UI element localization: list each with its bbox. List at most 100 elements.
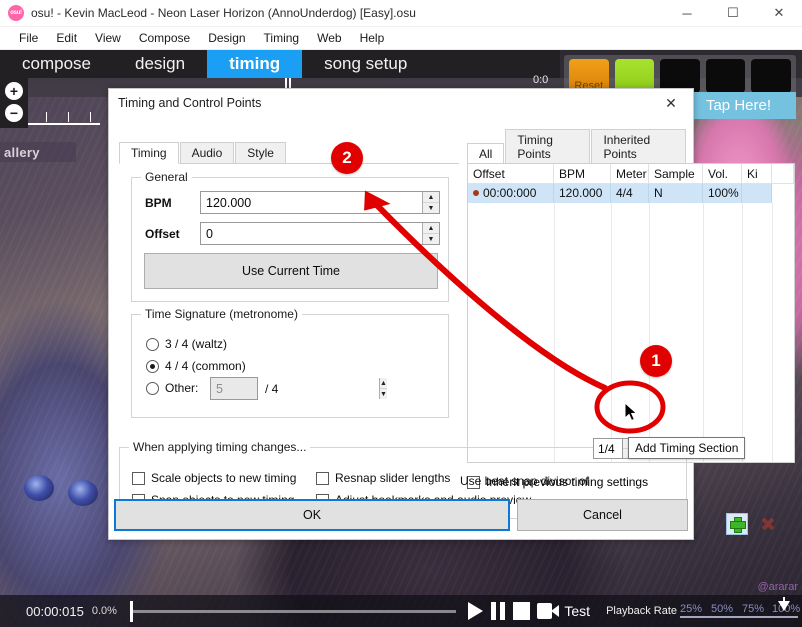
cell-meter: 4/4 [611, 184, 649, 203]
menu-compose[interactable]: Compose [130, 28, 199, 48]
radio-circle-other [146, 381, 159, 395]
tab-song-setup[interactable]: song setup [302, 50, 429, 78]
resnap-sliders-label: Resnap slider lengths [335, 471, 451, 485]
bpm-label: BPM [145, 196, 172, 210]
menu-design[interactable]: Design [199, 28, 254, 48]
rate-tick-25: 25% [680, 603, 703, 615]
radio-other-label: Other: [165, 381, 199, 395]
osu-logo-icon: osu! [8, 5, 24, 21]
radio-other[interactable]: Other: [146, 381, 198, 395]
menu-web[interactable]: Web [308, 28, 350, 48]
column-bpm: BPM [554, 164, 611, 184]
toolbar-slot-2[interactable] [705, 59, 746, 93]
cell-offset: 00:00:000 [483, 186, 537, 200]
window-titlebar: osu! osu! - Kevin MacLeod - Neon Laser H… [0, 0, 802, 27]
resnap-sliders-checkbox[interactable] [316, 471, 329, 485]
bpm-input-wrap[interactable]: ▲ ▼ [200, 191, 440, 214]
bpm-spin-up-icon[interactable]: ▲ [423, 192, 439, 203]
camera-icon[interactable] [537, 603, 560, 619]
scale-objects-label: Scale objects to new timing [151, 471, 297, 485]
bpm-spinner[interactable]: ▲ ▼ [422, 192, 439, 213]
osu-editor-window: allery @ararar compose design timing son… [0, 0, 802, 627]
menu-help[interactable]: Help [351, 28, 394, 48]
other-meter-spin-up-icon[interactable]: ▲ [380, 378, 387, 389]
playback-progress-track[interactable] [129, 600, 457, 622]
test-button[interactable]: Test [564, 603, 590, 619]
dialog-left-tabs: Timing Audio Style [119, 142, 459, 164]
cell-ki [742, 184, 772, 203]
timing-and-control-points-dialog: Timing and Control Points ✕ Timing Audio… [108, 88, 795, 541]
rate-tick-50: 50% [711, 603, 734, 615]
playback-rate-slider[interactable]: 25% 50% 75% 100% [680, 597, 800, 622]
playback-progress-handle[interactable] [129, 600, 133, 622]
other-meter-input[interactable] [211, 378, 379, 399]
offset-input-wrap[interactable]: ▲ ▼ [200, 222, 440, 245]
zoom-in-icon[interactable]: + [5, 82, 23, 100]
menubar: File Edit View Compose Design Timing Web… [0, 27, 802, 50]
other-meter-spinner[interactable]: ▲ ▼ [379, 378, 387, 399]
tab-compose[interactable]: compose [0, 50, 113, 78]
menu-timing[interactable]: Timing [255, 28, 309, 48]
tap-here-button[interactable]: Tap Here! [681, 92, 796, 119]
play-icon[interactable] [468, 602, 484, 620]
playback-bar: 00:00:015 0.0% Test Playback Rate 25% 50… [0, 595, 802, 627]
annotation-badge-2: 2 [331, 142, 363, 174]
rate-slider-track [680, 616, 798, 618]
radio-3-4-waltz[interactable]: 3 / 4 (waltz) [146, 337, 227, 351]
other-meter-spin-down-icon[interactable]: ▼ [380, 389, 387, 399]
maximize-icon[interactable]: ☐ [710, 0, 756, 27]
menu-view[interactable]: View [86, 28, 130, 48]
tab-audio-panel[interactable]: Audio [179, 142, 235, 163]
timeline-zoom-panel: + − [0, 78, 28, 128]
cell-bpm: 120.000 [554, 184, 611, 203]
dialog-body: Timing Audio Style General BPM ▲ ▼ Offse… [109, 117, 795, 541]
table-row[interactable]: 00:00:000 120.000 4/4 N 100% [468, 184, 794, 203]
offset-input[interactable] [201, 223, 422, 244]
playback-controls: Test [468, 602, 590, 620]
ok-button[interactable]: OK [114, 499, 510, 531]
toolbar-slot-3[interactable] [751, 59, 791, 93]
playback-rate-label: Playback Rate [606, 605, 677, 617]
mouse-cursor-icon [625, 403, 638, 422]
scale-objects-checkbox[interactable] [132, 471, 145, 485]
tab-timing-points[interactable]: Timing Points [505, 129, 591, 164]
minimize-icon[interactable]: ─ [664, 0, 710, 27]
add-timing-section-button[interactable] [726, 513, 748, 535]
column-sample: Sample [649, 164, 703, 184]
dialog-title: Timing and Control Points [118, 96, 262, 110]
delete-timing-section-button[interactable] [757, 513, 779, 535]
offset-spinner[interactable]: ▲ ▼ [422, 223, 439, 244]
other-meter-suffix: / 4 [265, 382, 279, 396]
tab-style-panel[interactable]: Style [235, 142, 286, 163]
cell-sample: N [649, 184, 703, 203]
dialog-titlebar: Timing and Control Points ✕ [109, 89, 693, 117]
close-icon[interactable]: ✕ [756, 0, 802, 27]
tab-timing-panel[interactable]: Timing [119, 142, 179, 164]
other-meter-input-wrap[interactable]: ▲ ▼ [210, 377, 387, 400]
menu-file[interactable]: File [10, 28, 47, 48]
list-grid-lines [468, 203, 794, 462]
menu-edit[interactable]: Edit [47, 28, 86, 48]
offset-spin-up-icon[interactable]: ▲ [423, 223, 439, 234]
checkbox-resnap-sliders[interactable]: Resnap slider lengths [316, 471, 450, 485]
tab-design[interactable]: design [113, 50, 207, 78]
dialog-close-icon[interactable]: ✕ [649, 89, 693, 117]
pause-icon[interactable] [490, 602, 506, 620]
tab-all-points[interactable]: All [467, 143, 505, 165]
radio-4-4-common[interactable]: 4 / 4 (common) [146, 359, 246, 373]
use-current-time-button[interactable]: Use Current Time [144, 253, 438, 289]
offset-spin-down-icon[interactable]: ▼ [423, 234, 439, 244]
checkbox-scale-objects[interactable]: Scale objects to new timing [132, 471, 296, 485]
rate-slider-handle[interactable] [778, 601, 790, 611]
bpm-spin-down-icon[interactable]: ▼ [423, 203, 439, 213]
tab-inherited-points[interactable]: Inherited Points [591, 129, 686, 164]
stop-icon[interactable] [513, 602, 531, 620]
tab-timing[interactable]: timing [207, 50, 303, 78]
zoom-out-icon[interactable]: − [5, 104, 23, 122]
radio-circle-4-4 [146, 359, 159, 373]
bpm-input[interactable] [201, 192, 422, 213]
plus-icon [730, 517, 746, 533]
cancel-button[interactable]: Cancel [517, 499, 688, 531]
general-group: General BPM ▲ ▼ Offset ▲ ▼ [131, 170, 449, 302]
beat-snap-divisor-value[interactable]: 1/4 [593, 438, 623, 459]
